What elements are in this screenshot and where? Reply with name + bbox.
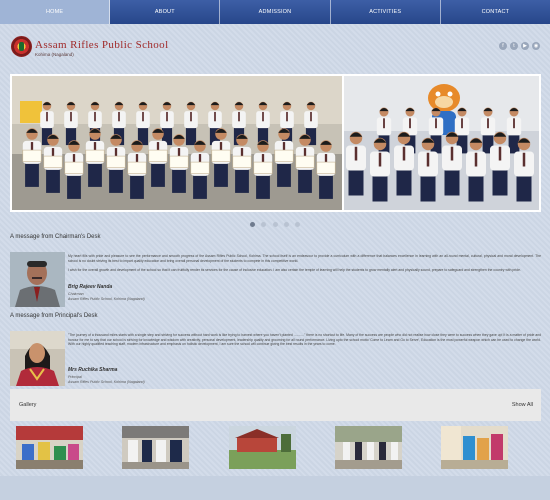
nav-contact[interactable]: CONTACT xyxy=(441,0,550,24)
chairman-name: Brig Rajeev Nanda xyxy=(68,284,113,290)
slide-photo-students-left xyxy=(12,76,342,210)
students-mascot-illustration xyxy=(344,76,539,210)
slider-dot-3[interactable] xyxy=(272,222,278,227)
chairman-heading: A message from Chairman's Desk xyxy=(10,234,101,240)
gallery-header: Gallery Show All xyxy=(10,389,541,421)
slider-dot-5[interactable] xyxy=(295,222,301,227)
top-navigation: HOME ABOUT ADMISSION ACTIVITIES CONTACT xyxy=(0,0,550,24)
chairman-org: Assam Rifles Public School, Kohima (Naga… xyxy=(68,297,145,301)
slider-dot-4[interactable] xyxy=(283,222,289,227)
twitter-icon[interactable]: t xyxy=(510,42,518,50)
nav-admission[interactable]: ADMISSION xyxy=(220,0,331,24)
footer-band xyxy=(0,476,550,500)
youtube-icon[interactable]: ▶ xyxy=(521,42,529,50)
nav-about[interactable]: ABOUT xyxy=(110,0,221,24)
students-group-illustration xyxy=(12,76,342,210)
principal-name: Mrs Ruchika Sharma xyxy=(68,367,118,373)
principal-heading: A message from Principal's Desk xyxy=(10,313,98,319)
principal-role: Principal xyxy=(68,375,82,379)
principal-photo xyxy=(10,331,65,386)
show-all-link[interactable]: Show All xyxy=(512,402,533,408)
facebook-icon[interactable]: f xyxy=(499,42,507,50)
nav-activities[interactable]: ACTIVITIES xyxy=(331,0,441,24)
chairman-photo xyxy=(10,252,65,307)
image-slider[interactable] xyxy=(10,74,541,212)
gallery-thumb-4[interactable] xyxy=(335,426,402,469)
slider-dot-2[interactable] xyxy=(261,222,267,227)
nav-home[interactable]: HOME xyxy=(0,0,111,24)
site-header: Assam Rifles Public School Kohima (Nagal… xyxy=(0,24,550,70)
principal-org: Assam Rifles Public School, Kohima (Naga… xyxy=(68,380,145,384)
site-title[interactable]: Assam Rifles Public School xyxy=(35,39,169,51)
gallery-thumb-2[interactable] xyxy=(122,426,189,469)
chairman-role: Chairman xyxy=(68,292,84,296)
gallery-title: Gallery xyxy=(19,402,37,408)
slider-dot-1[interactable] xyxy=(249,222,255,227)
chairman-message-para1: My heart fills with pride and pleasure t… xyxy=(68,254,541,263)
chairman-message-para2: I wish for the overall growth and develo… xyxy=(68,268,521,272)
gallery-thumb-3[interactable] xyxy=(229,426,296,469)
gallery-thumb-5[interactable] xyxy=(441,426,508,469)
principal-message-para1: "The journey of a thousand miles starts … xyxy=(68,333,541,347)
slider-dots xyxy=(0,214,550,232)
rss-icon[interactable]: ◉ xyxy=(532,42,540,50)
school-logo[interactable] xyxy=(11,36,32,57)
gallery-thumb-1[interactable] xyxy=(16,426,83,469)
social-links: f t ▶ ◉ xyxy=(499,42,540,50)
site-subtitle: Kohima (Nagaland) xyxy=(35,52,74,57)
slide-photo-students-right xyxy=(344,76,539,210)
